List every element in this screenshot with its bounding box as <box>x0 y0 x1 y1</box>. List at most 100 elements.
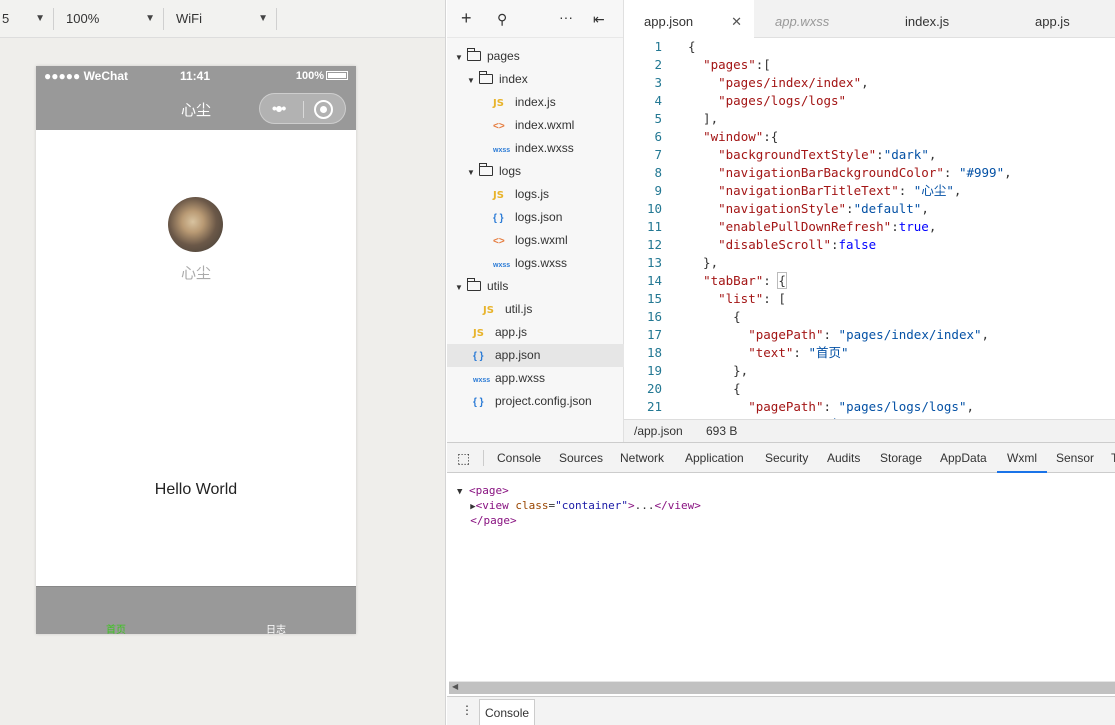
line-number: 21 <box>646 399 662 414</box>
tree-label: logs.wxml <box>515 233 568 247</box>
editor-tabs: app.json ✕ app.wxss index.js app.js <box>624 0 1115 38</box>
code-line: 11 "enablePullDownRefresh":true, <box>624 218 936 236</box>
time-text: 11:41 <box>180 69 211 83</box>
line-number: 14 <box>646 273 662 288</box>
phone-screen: ●●●●● WeChat 11:41 100% 心尘 •●• 心尘 Hello … <box>36 66 356 636</box>
code-area[interactable]: 1{ 2 "pages":[ 3 "pages/index/index", 4 … <box>624 38 1115 419</box>
more-icon[interactable]: ··· <box>559 9 573 25</box>
tree-item-index-folder[interactable]: ▼ index <box>467 68 528 91</box>
tab-storage[interactable]: Storage <box>880 443 922 473</box>
add-icon[interactable]: + <box>461 8 472 29</box>
tree-label: app.json <box>495 348 541 362</box>
zoom-select[interactable]: 100% ▼ <box>56 8 164 30</box>
tab-logs[interactable]: 日志 <box>236 621 316 636</box>
tab-console[interactable]: Console <box>497 443 541 473</box>
close-circle-icon[interactable] <box>314 100 333 119</box>
tab-security[interactable]: Security <box>765 443 808 473</box>
tree-item-pages[interactable]: ▼ pages <box>455 45 520 68</box>
carrier-text: ●●●●● WeChat <box>44 69 129 83</box>
wxml-file-icon: <> <box>493 121 505 132</box>
code-line: 10 "navigationStyle":"default", <box>624 200 929 218</box>
tab-network[interactable]: Network <box>620 443 664 473</box>
line-number: 16 <box>646 309 662 324</box>
tab-wxml[interactable]: Wxml <box>997 443 1047 473</box>
avatar[interactable] <box>168 197 223 252</box>
editor-status-bar: /app.json 693 B <box>624 419 1115 442</box>
search-icon[interactable]: ⚲ <box>497 11 507 28</box>
code-line: 15 "list": [ <box>624 290 786 308</box>
tree-item-app-json[interactable]: { } app.json <box>447 344 624 367</box>
code-line: 6 "window":{ <box>624 128 778 146</box>
line-number: 3 <box>654 75 662 90</box>
device-select[interactable]: 5 ▼ <box>0 8 54 30</box>
divider <box>483 450 484 466</box>
code-line: 4 "pages/logs/logs" <box>624 92 846 110</box>
wxml-tree[interactable]: ▼ <page> ▶<view class="container">...</v… <box>457 483 701 528</box>
tab-more[interactable]: T <box>1111 443 1115 473</box>
tree-item-util-js[interactable]: JS util.js <box>483 298 532 321</box>
tree-item-logs-wxml[interactable]: <> logs.wxml <box>493 229 568 252</box>
tab-appdata[interactable]: AppData <box>940 443 987 473</box>
drawer-tab-console[interactable]: Console <box>479 699 536 725</box>
tree-item-app-wxss[interactable]: wxss app.wxss <box>473 367 545 390</box>
tab-home[interactable]: 首页 <box>76 621 156 636</box>
code-line: 12 "disableScroll":false <box>624 236 876 254</box>
tab-bar: 首页 日志 <box>36 586 356 636</box>
tree-item-logs-json[interactable]: { } logs.json <box>493 206 562 229</box>
tab-app-json[interactable]: app.json ✕ <box>624 0 754 38</box>
chevron-down-icon: ▼ <box>145 13 155 24</box>
tree-label: index.wxss <box>515 141 574 155</box>
dom-node-page-close: </page> <box>470 514 517 527</box>
code-line: 19 }, <box>624 362 748 380</box>
zoom-value: 100% <box>66 11 100 26</box>
inspect-icon[interactable]: ⬚ <box>457 443 470 473</box>
tree-item-app-js[interactable]: JS app.js <box>473 321 527 344</box>
tree-item-logs-folder[interactable]: ▼ logs <box>467 160 521 183</box>
more-icon[interactable]: •●• <box>272 100 286 116</box>
line-number: 15 <box>646 291 662 306</box>
tab-sources[interactable]: Sources <box>559 443 603 473</box>
tab-sensor[interactable]: Sensor <box>1056 443 1094 473</box>
tab-application[interactable]: Application <box>685 443 744 473</box>
tab-app-js[interactable]: app.js <box>1035 0 1070 38</box>
code-editor: app.json ✕ app.wxss index.js app.js 1{ 2 … <box>624 0 1115 442</box>
menu-capsule[interactable]: •●• <box>259 93 346 124</box>
code-line: 21 "pagePath": "pages/logs/logs", <box>624 398 974 416</box>
tree-label: logs.js <box>515 187 550 201</box>
horizontal-scrollbar[interactable]: ◀ <box>449 681 1115 694</box>
tab-audits[interactable]: Audits <box>827 443 860 473</box>
battery: 100% <box>296 70 348 82</box>
json-file-icon: { } <box>473 351 484 362</box>
js-file-icon: JS <box>483 305 494 316</box>
tree-label: app.wxss <box>495 371 546 385</box>
tree-item-utils[interactable]: ▼ utils <box>455 275 508 298</box>
more-vertical-icon[interactable]: ⋮ <box>461 703 473 717</box>
dom-node-page[interactable]: ▼ <page> <box>457 483 701 498</box>
line-number: 4 <box>654 93 662 108</box>
js-file-icon: JS <box>493 190 504 201</box>
dom-node-view[interactable]: ▶<view class="container">...</view> <box>457 498 701 513</box>
scroll-left-icon[interactable]: ◀ <box>452 682 458 691</box>
tree-item-index-wxss[interactable]: wxss index.wxss <box>493 137 574 160</box>
tree-label: project.config.json <box>495 394 592 408</box>
tree-label: util.js <box>505 302 533 316</box>
code-line: 13 }, <box>624 254 718 272</box>
collapse-icon[interactable]: ⇤ <box>593 11 605 28</box>
tree-item-project-config[interactable]: { } project.config.json <box>473 390 592 413</box>
json-file-icon: { } <box>473 397 484 408</box>
tree-item-logs-js[interactable]: JS logs.js <box>493 183 549 206</box>
network-select[interactable]: WiFi ▼ <box>166 8 276 30</box>
line-number: 7 <box>654 147 662 162</box>
tab-app-wxss[interactable]: app.wxss <box>775 0 829 38</box>
tree-item-index-wxml[interactable]: <> index.wxml <box>493 114 574 137</box>
folder-icon <box>467 278 481 291</box>
tab-index-js[interactable]: index.js <box>905 0 949 38</box>
line-number: 2 <box>654 57 662 72</box>
tree-item-index-js[interactable]: JS index.js <box>493 91 556 114</box>
folder-icon <box>479 71 493 84</box>
wxss-file-icon: wxss <box>473 377 491 384</box>
simulator-toolbar: 5 ▼ 100% ▼ WiFi ▼ <box>0 0 445 38</box>
folder-icon <box>467 48 481 61</box>
hello-text: Hello World <box>154 481 238 498</box>
tree-item-logs-wxss[interactable]: wxss logs.wxss <box>493 252 567 275</box>
